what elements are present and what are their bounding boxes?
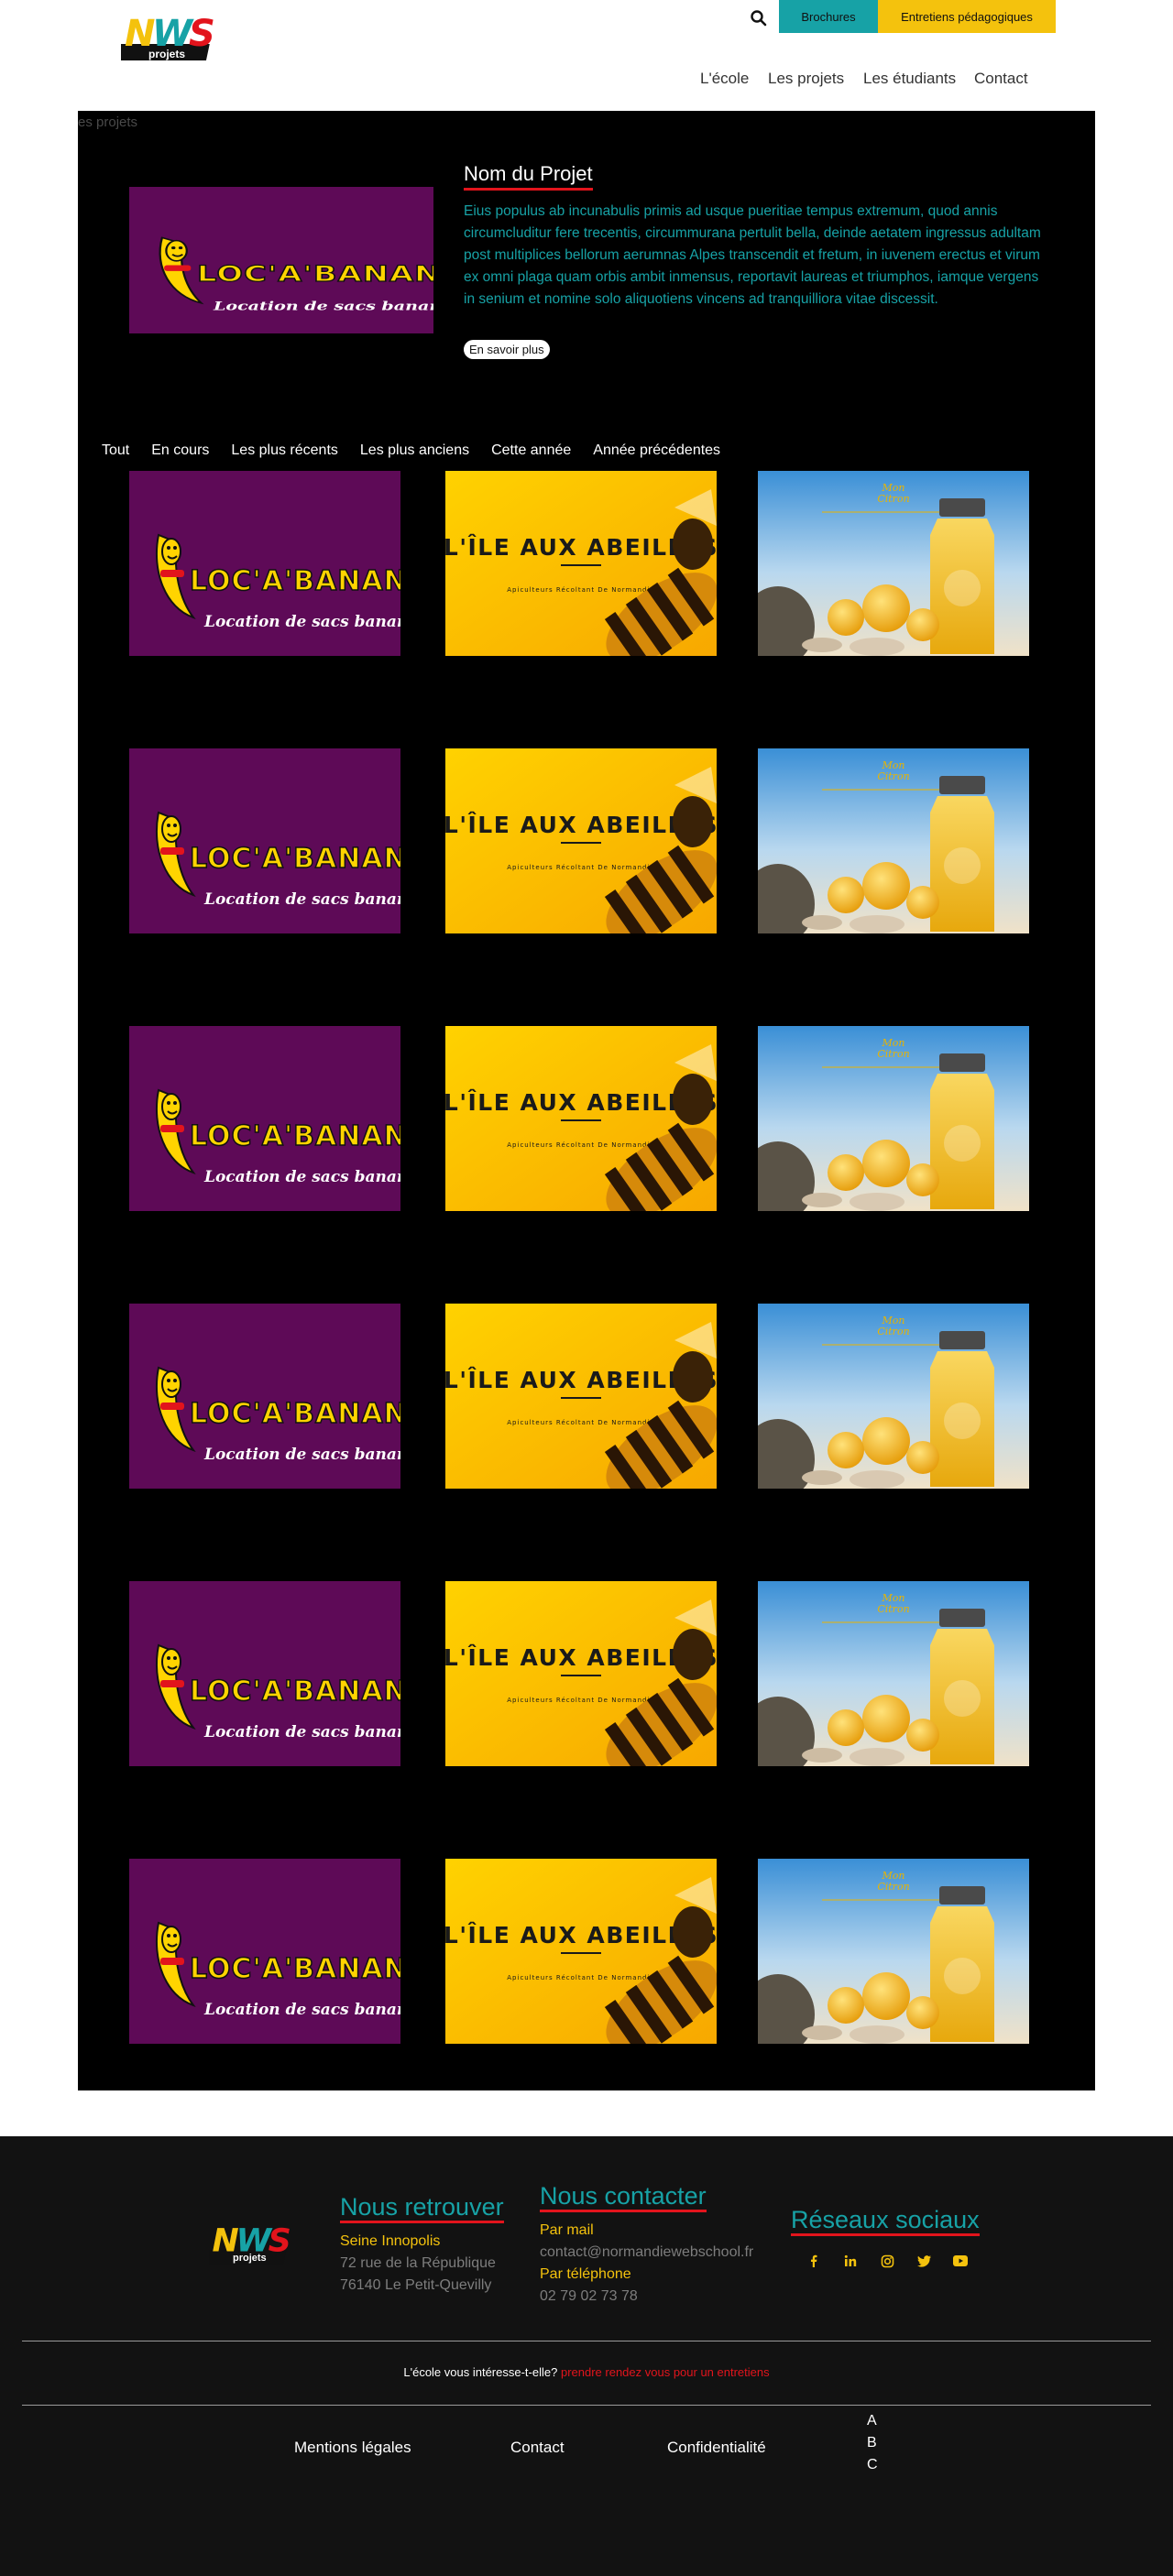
featured-project-title: Nom du Projet xyxy=(464,162,593,191)
brochures-button[interactable]: Brochures xyxy=(779,0,878,33)
legal-link[interactable]: Mentions légales xyxy=(294,2439,411,2457)
project-thumb-ile-aux-abeilles[interactable] xyxy=(445,471,717,656)
featured-project-image[interactable] xyxy=(129,187,433,333)
address-line-1: 72 rue de la République xyxy=(340,2255,496,2271)
instagram-icon[interactable] xyxy=(876,2250,898,2272)
project-thumb-loc-a-banane[interactable] xyxy=(129,1026,400,1211)
twitter-icon[interactable] xyxy=(913,2250,935,2272)
site-logo[interactable]: projets xyxy=(121,13,222,73)
contact-heading: Nous contacter xyxy=(540,2182,707,2212)
project-thumb-ile-aux-abeilles[interactable] xyxy=(445,1304,717,1489)
project-thumb-mon-citron[interactable] xyxy=(758,471,1029,656)
project-thumb-mon-citron[interactable] xyxy=(758,1859,1029,2044)
footer-logo-sub-text: projets xyxy=(233,2253,267,2264)
find-us-heading: Nous retrouver xyxy=(340,2193,504,2223)
social-heading: Réseaux sociaux xyxy=(791,2206,980,2236)
project-thumb-ile-aux-abeilles[interactable] xyxy=(445,748,717,933)
project-thumb-loc-a-banane[interactable] xyxy=(129,471,400,656)
appointment-link[interactable]: prendre rendez vous pour un entretiens xyxy=(561,2365,770,2379)
filter-most-recent[interactable]: Les plus récents xyxy=(231,442,338,463)
campus-name: Seine Innopolis xyxy=(340,2233,441,2249)
main-nav: L'école Les projets Les étudiants Contac… xyxy=(0,70,1173,90)
footer-cta: L'école vous intéresse-t-elle? prendre r… xyxy=(0,2365,1173,2379)
learn-more-button[interactable]: En savoir plus xyxy=(464,340,550,359)
privacy-link[interactable]: Confidentialité xyxy=(667,2439,766,2457)
contact-phone[interactable]: 02 79 02 73 78 xyxy=(540,2288,638,2305)
list-item-c: C xyxy=(867,2457,878,2472)
project-thumb-loc-a-banane[interactable] xyxy=(129,1581,400,1766)
project-thumb-mon-citron[interactable] xyxy=(758,1581,1029,1766)
facebook-icon[interactable] xyxy=(803,2250,825,2272)
project-thumb-loc-a-banane[interactable] xyxy=(129,1304,400,1489)
nav-ecole[interactable]: L'école xyxy=(700,70,749,88)
footer-divider-bottom xyxy=(22,2405,1151,2406)
breadcrumb: es projets xyxy=(78,115,138,130)
logo-sub-text: projets xyxy=(148,48,186,60)
cta-text: L'école vous intéresse-t-elle? xyxy=(403,2365,558,2379)
contact-email-link[interactable]: contact@normandiewebschool.fr xyxy=(540,2244,753,2261)
linkedin-icon[interactable] xyxy=(839,2250,861,2272)
list-item-a: A xyxy=(867,2413,877,2429)
footer-contact-link[interactable]: Contact xyxy=(510,2439,565,2457)
address-line-2: 76140 Le Petit-Quevilly xyxy=(340,2277,492,2293)
search-icon[interactable] xyxy=(750,9,768,27)
project-thumb-mon-citron[interactable] xyxy=(758,1304,1029,1489)
social-links xyxy=(803,2250,968,2272)
project-thumb-loc-a-banane[interactable] xyxy=(129,748,400,933)
filter-in-progress[interactable]: En cours xyxy=(151,442,209,463)
list-item-b: B xyxy=(867,2435,877,2450)
filter-oldest[interactable]: Les plus anciens xyxy=(360,442,469,463)
project-filters: Tout En cours Les plus récents Les plus … xyxy=(102,442,742,463)
projects-section: es projets Nom du Projet Eius populus ab… xyxy=(78,111,1095,2090)
featured-project-description: Eius populus ab incunabulis primis ad us… xyxy=(464,203,1041,307)
nav-contact[interactable]: Contact xyxy=(974,70,1028,88)
entretiens-button[interactable]: Entretiens pédagogiques xyxy=(878,0,1056,33)
project-thumb-ile-aux-abeilles[interactable] xyxy=(445,1026,717,1211)
project-thumb-ile-aux-abeilles[interactable] xyxy=(445,1859,717,2044)
nav-etudiants[interactable]: Les étudiants xyxy=(863,70,956,88)
footer-logo[interactable]: projets xyxy=(209,2221,297,2277)
nav-projets[interactable]: Les projets xyxy=(768,70,844,88)
project-thumb-mon-citron[interactable] xyxy=(758,1026,1029,1211)
filter-previous-years[interactable]: Année précédentes xyxy=(593,442,720,463)
project-thumb-loc-a-banane[interactable] xyxy=(129,1859,400,2044)
youtube-icon[interactable] xyxy=(949,2250,971,2272)
project-thumb-mon-citron[interactable] xyxy=(758,748,1029,933)
mail-label: Par mail xyxy=(540,2222,594,2238)
filter-this-year[interactable]: Cette année xyxy=(491,442,571,463)
phone-label: Par téléphone xyxy=(540,2266,631,2282)
filter-all[interactable]: Tout xyxy=(102,442,129,463)
project-thumb-ile-aux-abeilles[interactable] xyxy=(445,1581,717,1766)
site-footer: projets Nous retrouver Seine Innopolis 7… xyxy=(0,2136,1173,2576)
